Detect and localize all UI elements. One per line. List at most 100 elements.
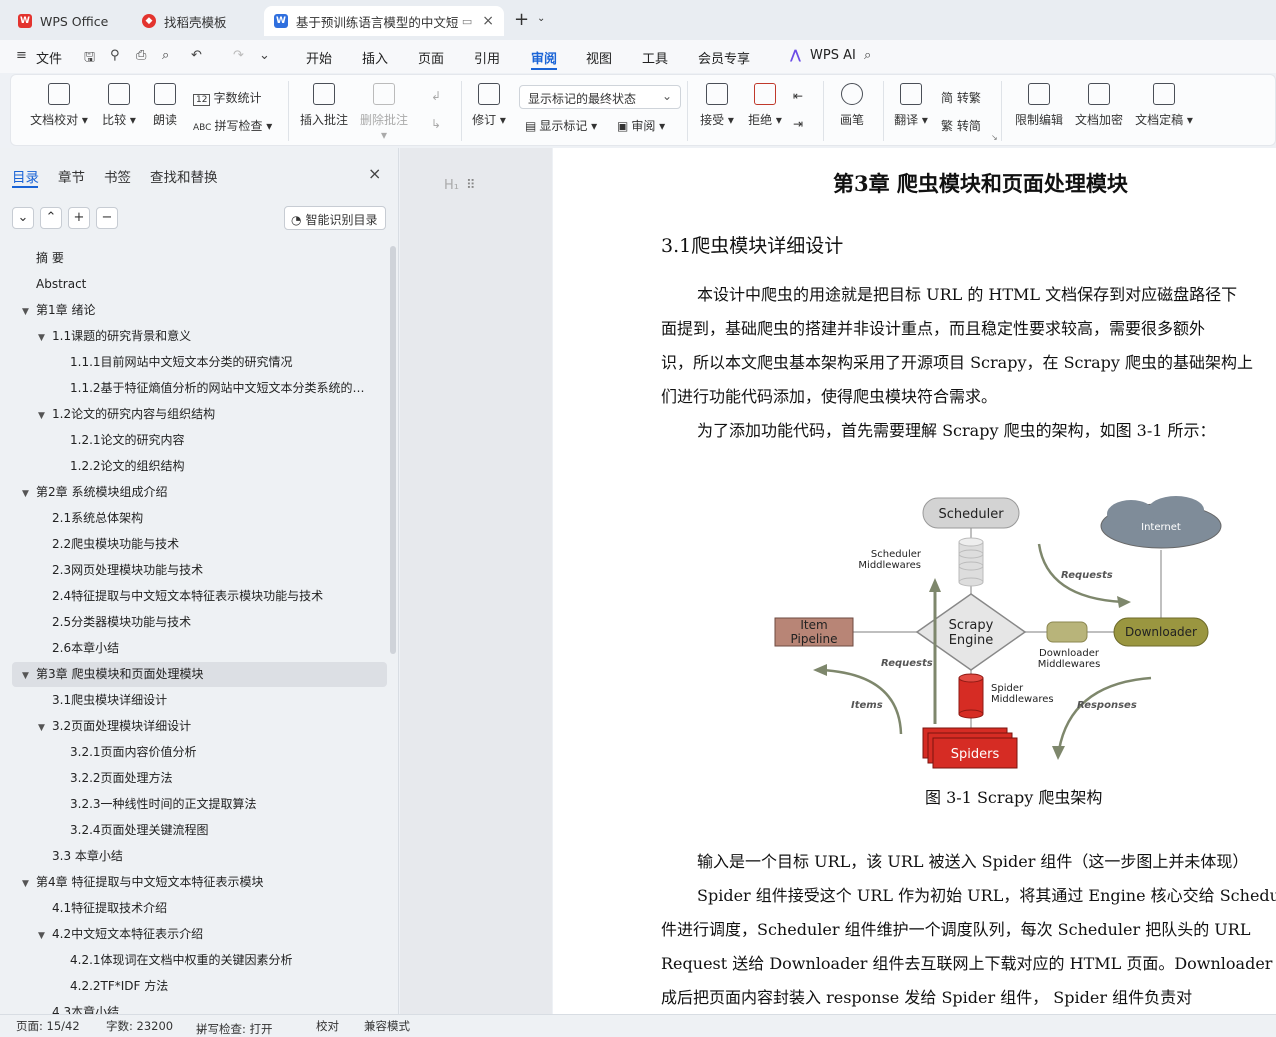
- smart-toc-button[interactable]: ◔ 智能识别目录: [284, 206, 386, 230]
- expand-triangle-icon[interactable]: ▼: [38, 404, 52, 426]
- wordcount-button[interactable]: 12 字数统计: [193, 89, 261, 106]
- word-count[interactable]: 字数: 23200: [106, 1018, 173, 1034]
- print-icon[interactable]: ⎙: [136, 48, 146, 63]
- toc-item[interactable]: 3.2.1页面内容价值分析: [54, 740, 375, 764]
- toc-item[interactable]: 1.1.1目前网站中文短文本分类的研究情况: [54, 350, 375, 374]
- toc-item[interactable]: 4.2.2TF*IDF 方法: [54, 974, 375, 998]
- screen-icon[interactable]: ▭: [462, 15, 472, 28]
- menu-references[interactable]: 引用: [474, 48, 500, 67]
- menu-home[interactable]: 开始: [306, 48, 332, 67]
- more-chevron-icon[interactable]: ⌄: [259, 48, 270, 63]
- toc-item[interactable]: 3.2.2页面处理方法: [54, 766, 375, 790]
- page-indicator[interactable]: 页面: 15/42: [16, 1018, 80, 1034]
- expand-triangle-icon[interactable]: ▼: [38, 326, 52, 348]
- toc-item[interactable]: ▼ 3.2页面处理模块详细设计: [38, 714, 375, 738]
- toc-item[interactable]: 4.1特征提取技术介绍: [38, 896, 375, 920]
- collapse-down-button[interactable]: ⌄: [12, 207, 34, 229]
- tab-docer-templates[interactable]: ◆ 找稻壳模板: [132, 6, 256, 36]
- expand-triangle-icon[interactable]: ▼: [22, 300, 36, 322]
- menu-review[interactable]: 审阅: [531, 48, 557, 67]
- toc-item[interactable]: ▼ 第4章 特征提取与中文短文本特征表示模块: [22, 870, 375, 894]
- spellcheck-button[interactable]: ABC 拼写检查 ▾: [193, 117, 272, 134]
- expand-triangle-icon[interactable]: ▼: [22, 664, 36, 686]
- prev-change-icon[interactable]: ⇤: [793, 89, 803, 103]
- menu-insert[interactable]: 插入: [362, 48, 388, 67]
- toc-item[interactable]: 1.2.2论文的组织结构: [54, 454, 375, 478]
- toc-item[interactable]: ▼ 1.1课题的研究背景和意义: [38, 324, 375, 348]
- toc-item[interactable]: 1.2.1论文的研究内容: [54, 428, 375, 452]
- display-state-select[interactable]: 显示标记的最终状态 ⌄: [519, 85, 681, 109]
- toc-item[interactable]: 1.1.2基于特征熵值分析的网站中文短文本分类系统的设 ...: [54, 376, 375, 400]
- remove-heading-button[interactable]: −: [96, 207, 118, 229]
- track-changes-button[interactable]: 修订 ▾: [469, 83, 509, 128]
- translate-button[interactable]: 翻译 ▾: [891, 83, 931, 128]
- compare-button[interactable]: 比较 ▾: [99, 83, 139, 128]
- insert-comment-button[interactable]: 插入批注: [299, 83, 349, 128]
- toc-item[interactable]: 4.2.1体现词在文档中权重的关键因素分析: [54, 948, 375, 972]
- delete-comment-button[interactable]: 删除批注 ▾: [359, 83, 409, 142]
- expand-triangle-icon[interactable]: ▼: [22, 872, 36, 894]
- toc-item[interactable]: 2.2爬虫模块功能与技术: [38, 532, 375, 556]
- drag-handle-icon[interactable]: ⠿: [466, 178, 476, 193]
- toc-item[interactable]: Abstract: [22, 272, 375, 296]
- document-page[interactable]: 第3章 爬虫模块和页面处理模块 3.1爬虫模块详细设计 本设计中爬虫的用途就是把…: [553, 148, 1276, 1014]
- toc-item[interactable]: 3.3 本章小结: [38, 844, 375, 868]
- toc-item[interactable]: 摘 要: [22, 246, 375, 270]
- menu-tools[interactable]: 工具: [642, 48, 668, 67]
- pen-button[interactable]: 画笔: [835, 83, 869, 128]
- toc-item[interactable]: 2.1系统总体架构: [38, 506, 375, 530]
- review-pane-button[interactable]: ▣ 审阅 ▾: [617, 117, 665, 134]
- add-heading-button[interactable]: +: [68, 207, 90, 229]
- collapse-up-button[interactable]: ⌃: [40, 207, 62, 229]
- share-icon[interactable]: ⚲: [110, 48, 120, 63]
- encrypt-button[interactable]: 文档加密: [1073, 83, 1125, 128]
- print-preview-icon[interactable]: ⌕: [162, 48, 169, 63]
- menu-view[interactable]: 视图: [586, 48, 612, 67]
- show-marks-button[interactable]: ▤ 显示标记 ▾: [525, 117, 597, 134]
- hamburger-icon[interactable]: ≡: [16, 48, 27, 63]
- menu-member[interactable]: 会员专享: [698, 48, 750, 67]
- tab-wps-office[interactable]: W WPS Office: [8, 6, 124, 36]
- toc-item[interactable]: 3.2.4页面处理关键流程图: [54, 818, 375, 842]
- tab-bookmarks[interactable]: 书签: [104, 166, 131, 186]
- toc-item[interactable]: ▼ 1.2论文的研究内容与组织结构: [38, 402, 375, 426]
- close-pane-icon[interactable]: ×: [368, 164, 381, 183]
- undo-icon[interactable]: ↶: [191, 48, 202, 63]
- expand-triangle-icon[interactable]: ▼: [38, 716, 52, 738]
- toc-item[interactable]: ▼ 4.2中文短文本特征表示介绍: [38, 922, 375, 946]
- toc-item[interactable]: 3.2.3一种线性时间的正文提取算法: [54, 792, 375, 816]
- menu-page[interactable]: 页面: [418, 48, 444, 67]
- toc-item[interactable]: 2.4特征提取与中文短文本特征表示模块功能与技术: [38, 584, 375, 608]
- tab-sections[interactable]: 章节: [58, 166, 85, 186]
- read-aloud-button[interactable]: 朗读: [149, 83, 181, 128]
- proofread-button[interactable]: 文档校对 ▾: [29, 83, 89, 128]
- menu-file[interactable]: 文件: [36, 48, 62, 67]
- toc-item[interactable]: 2.6本章小结: [38, 636, 375, 660]
- menu-wps-ai[interactable]: WPS AI: [810, 48, 856, 63]
- restrict-edit-button[interactable]: 限制编辑: [1013, 83, 1065, 128]
- to-traditional-button[interactable]: 简 转繁: [941, 89, 981, 106]
- save-icon[interactable]: 🖫: [84, 48, 95, 70]
- reject-button[interactable]: 拒绝 ▾: [745, 83, 785, 128]
- tab-document[interactable]: W 基于预训练语言模型的中文短 ▭ ×: [264, 6, 504, 36]
- tab-toc[interactable]: 目录: [12, 166, 39, 186]
- accept-button[interactable]: 接受 ▾: [697, 83, 737, 128]
- toc-item[interactable]: ▼ 第2章 系统模块组成介绍: [22, 480, 375, 504]
- close-tab-icon[interactable]: ×: [482, 13, 494, 29]
- group-expand-icon[interactable]: ↘: [991, 133, 998, 142]
- toc-item[interactable]: 2.3网页处理模块功能与技术: [38, 558, 375, 582]
- redo-icon[interactable]: ↷: [233, 48, 244, 63]
- next-change-icon[interactable]: ⇥: [793, 117, 803, 131]
- tab-find-replace[interactable]: 查找和替换: [150, 166, 218, 186]
- toc-item[interactable]: 3.1爬虫模块详细设计: [38, 688, 375, 712]
- toc-scrollbar[interactable]: [390, 246, 396, 654]
- proofread-status[interactable]: 校对: [316, 1018, 339, 1034]
- expand-triangle-icon[interactable]: ▼: [38, 924, 52, 946]
- finalize-button[interactable]: 文档定稿 ▾: [1133, 83, 1195, 128]
- prev-comment-icon[interactable]: ↲: [431, 89, 441, 103]
- toc-item[interactable]: 2.5分类器模块功能与技术: [38, 610, 375, 634]
- next-comment-icon[interactable]: ↳: [431, 117, 441, 131]
- toc-item[interactable]: ▼ 第3章 爬虫模块和页面处理模块: [22, 662, 375, 686]
- tab-list-chevron-icon[interactable]: ⌄: [537, 13, 545, 24]
- to-simplified-button[interactable]: 繁 转简: [941, 117, 981, 134]
